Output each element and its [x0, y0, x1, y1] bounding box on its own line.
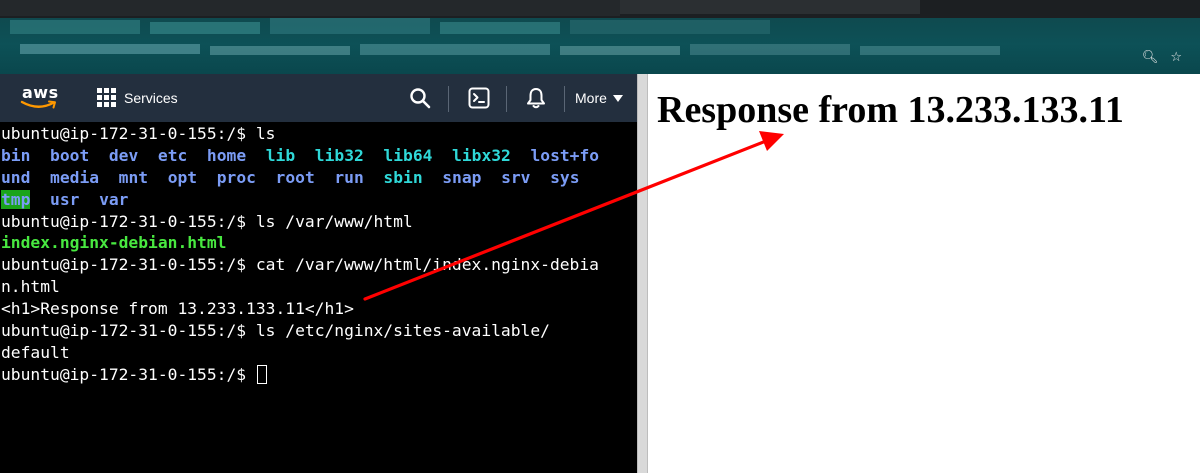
nav-divider [506, 86, 507, 112]
nav-divider [448, 86, 449, 112]
terminal-line: ubuntu@ip-172-31-0-155:/$ ls /var/www/ht… [1, 211, 413, 231]
browser-top-bar: 🔍︎ ☆ [0, 0, 1200, 74]
terminal-line: und media mnt opt proc root run sbin sna… [1, 167, 580, 187]
terminal-line: ubuntu@ip-172-31-0-155:/$ cat /var/www/h… [1, 255, 599, 275]
pane-splitter[interactable] [637, 74, 648, 473]
services-menu-button[interactable]: Services [97, 88, 178, 107]
aws-smile-icon [20, 100, 56, 109]
bell-icon[interactable] [524, 86, 548, 110]
aws-console-pane: aws Services More ubuntu@ip-172-31-0-155… [0, 74, 637, 473]
terminal-line: ubuntu@ip-172-31-0-155:/$ ls [1, 124, 276, 143]
more-menu-button[interactable]: More [575, 90, 623, 106]
aws-logo[interactable]: aws [20, 83, 60, 113]
response-heading: Response from 13.233.133.11 [657, 89, 1124, 131]
star-icon[interactable]: ☆ [1170, 50, 1182, 65]
terminal-line: ubuntu@ip-172-31-0-155:/$ ls /etc/nginx/… [1, 321, 550, 341]
terminal-line: default [1, 342, 70, 362]
terminal[interactable]: ubuntu@ip-172-31-0-155:/$ ls bin boot de… [0, 122, 637, 473]
terminal-line: <h1>Response from 13.233.133.11</h1> [1, 299, 354, 319]
services-label: Services [124, 89, 178, 106]
cloudshell-icon[interactable] [467, 86, 491, 110]
terminal-line: index.nginx-debian.html [1, 233, 227, 253]
search-icon[interactable] [408, 86, 432, 110]
terminal-line: tmp usr var [1, 189, 129, 209]
nav-divider [564, 86, 565, 112]
aws-nav-bar: aws Services More [0, 74, 637, 122]
more-label: More [575, 90, 607, 106]
zoom-icon[interactable]: 🔍︎ [1142, 50, 1159, 65]
caret-down-icon [612, 94, 623, 102]
terminal-line: ubuntu@ip-172-31-0-155:/$ [0, 364, 637, 386]
terminal-cursor [256, 364, 267, 384]
terminal-line: bin boot dev etc home lib lib32 lib64 li… [1, 145, 600, 165]
terminal-line: n.html [1, 277, 60, 297]
browser-content-pane: Response from 13.233.133.11 [648, 74, 1200, 473]
grid-icon [97, 88, 116, 107]
